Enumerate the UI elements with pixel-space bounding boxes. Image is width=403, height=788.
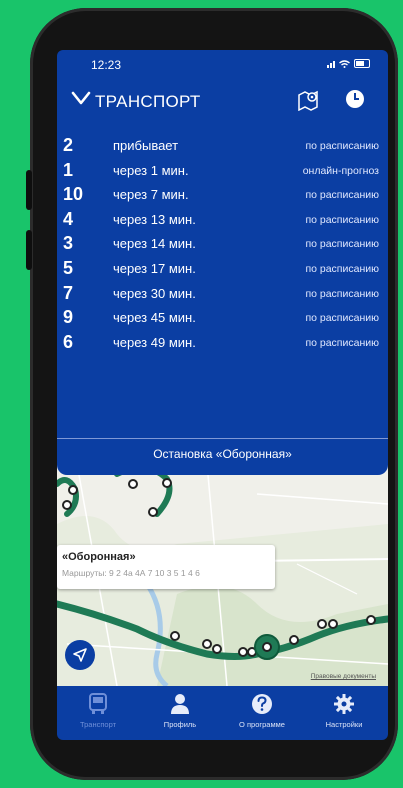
tab-label: Транспорт [79, 720, 117, 729]
arrival-time: через 13 мин. [113, 211, 196, 227]
tab-profile[interactable]: Профиль [139, 686, 221, 740]
app-header: ТРАНСПОРТ [57, 86, 388, 116]
arrival-source: по расписанию [305, 312, 379, 325]
gear-icon [334, 694, 354, 714]
route-number: 3 [63, 233, 74, 254]
route-number: 10 [63, 184, 84, 205]
route-number: 4 [63, 208, 74, 229]
clock-icon[interactable] [345, 89, 365, 109]
route-number: 2 [63, 135, 74, 155]
status-icons [327, 59, 370, 68]
arrival-row[interactable]: 7 через 30 мин. по расписанию [57, 281, 388, 306]
arrival-source: по расписанию [305, 189, 379, 202]
arrivals-list: 2 прибывает по расписанию 1 через 1 мин. онл… [57, 133, 388, 352]
page-title: ТРАНСПОРТ [95, 92, 201, 111]
route-number: 7 [63, 282, 74, 303]
tab-bar: Транспорт Профиль О программе Настройки [57, 686, 388, 740]
question-icon [252, 694, 272, 714]
arrival-source: по расписанию [305, 238, 379, 251]
phone-side-button [26, 170, 32, 210]
arrival-time: через 30 мин. [113, 285, 196, 301]
tab-label: Профиль [163, 720, 197, 729]
location-arrow-icon [73, 648, 87, 662]
arrival-source: по расписанию [305, 213, 379, 226]
arrival-row[interactable]: 6 через 49 мин. по расписанию [57, 330, 388, 352]
battery-icon [354, 59, 370, 68]
route-number: 9 [63, 307, 74, 328]
popup-routes: Маршруты: 9 2 4а 4А 7 10 3 5 1 4 6 [62, 568, 200, 578]
arrival-time: через 17 мин. [113, 260, 196, 276]
app-screen: 12:23 ТРАНСПОРТ 2 прибывает по расписанию … [57, 50, 388, 740]
route-number: 6 [63, 331, 74, 352]
arrival-time: через 1 мин. [113, 162, 189, 178]
arrival-time: через 45 мин. [113, 310, 196, 326]
route-number: 5 [63, 257, 74, 278]
arrival-row[interactable]: 2 прибывает по расписанию [57, 133, 388, 158]
arrival-row[interactable]: 10 через 7 мин. по расписанию [57, 182, 388, 207]
arrival-row[interactable]: 9 через 45 мин. по расписанию [57, 305, 388, 330]
wifi-icon [339, 59, 350, 68]
chevron-down-icon[interactable] [71, 90, 91, 106]
map-view[interactable]: «Оборонная» Маршруты: 9 2 4а 4А 7 10 3 5… [57, 464, 388, 686]
arrival-source: по расписанию [305, 336, 379, 349]
arrivals-panel: 12:23 ТРАНСПОРТ 2 прибывает по расписанию … [57, 50, 388, 474]
signal-icon [327, 60, 335, 68]
stop-popup[interactable]: «Оборонная» Маршруты: 9 2 4а 4А 7 10 3 5… [57, 545, 275, 589]
status-bar: 12:23 [57, 50, 388, 78]
map-pin-icon[interactable] [297, 89, 319, 111]
arrival-row[interactable]: 3 через 14 мин. по расписанию [57, 231, 388, 256]
arrival-source: по расписанию [305, 140, 379, 152]
phone-side-button [26, 230, 32, 270]
popup-stop-name: «Оборонная» [62, 551, 136, 563]
stop-bar[interactable]: Остановка «Оборонная» [57, 438, 388, 475]
arrival-time: прибывает [113, 138, 179, 153]
bus-icon [89, 693, 107, 714]
person-icon [171, 694, 189, 714]
status-time: 12:23 [91, 58, 122, 72]
arrival-row[interactable]: 1 через 1 мин. онлайн-прогноз [57, 158, 388, 183]
arrival-row[interactable]: 4 через 13 мин. по расписанию [57, 207, 388, 232]
arrival-row[interactable]: 5 через 17 мин. по расписанию [57, 256, 388, 281]
tab-about[interactable]: О программе [221, 686, 303, 740]
tab-settings[interactable]: Настройки [303, 686, 385, 740]
arrival-time: через 7 мин. [113, 187, 189, 203]
my-location-button[interactable] [65, 640, 95, 670]
tab-label: О программе [239, 720, 285, 729]
tab-label: Настройки [325, 720, 363, 729]
arrival-source: онлайн-прогноз [302, 164, 379, 177]
arrival-time: через 49 мин. [113, 334, 196, 350]
tab-transport[interactable]: Транспорт [57, 686, 139, 740]
arrival-source: по расписанию [305, 287, 379, 300]
arrival-time: через 14 мин. [113, 236, 196, 252]
route-number: 1 [63, 159, 74, 180]
legal-link[interactable]: Правовые документы [311, 673, 376, 680]
arrival-source: по расписанию [305, 262, 379, 275]
